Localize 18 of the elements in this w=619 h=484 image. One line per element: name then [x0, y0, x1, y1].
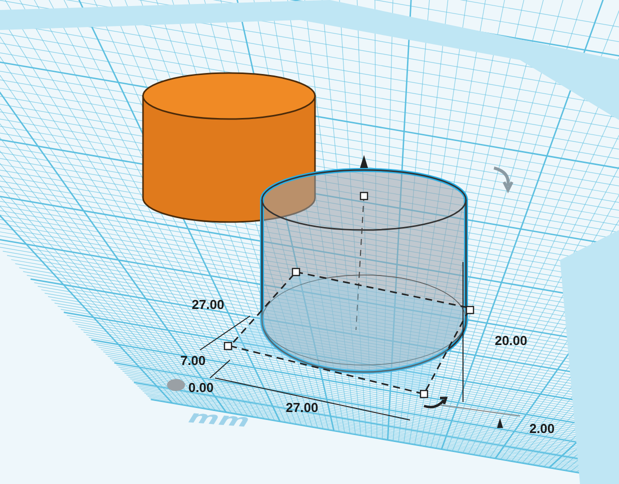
resize-handle[interactable] [466, 306, 474, 314]
dimension-label[interactable]: 2.00 [529, 421, 555, 436]
resize-handle[interactable] [360, 192, 368, 200]
dimension-label[interactable]: 20.00 [494, 333, 528, 348]
dimension-label[interactable]: 27.00 [286, 400, 318, 415]
hole-cylinder-drawing[interactable] [260, 168, 468, 374]
resize-handle[interactable] [224, 342, 232, 350]
elevation-arrow-icon [497, 418, 503, 428]
dimension-label[interactable]: 7.00 [180, 353, 206, 368]
dimension-label[interactable]: 27.00 [192, 297, 224, 312]
solid-cylinder-drawing[interactable] [142, 72, 316, 223]
dimension-label[interactable]: 0.00 [188, 380, 214, 395]
lift-arrow-icon[interactable] [360, 155, 368, 168]
origin-marker-icon[interactable] [167, 379, 185, 391]
rotate-icon[interactable] [422, 396, 448, 408]
resize-handle[interactable] [420, 390, 428, 398]
resize-handle[interactable] [292, 268, 300, 276]
unit-label: mm [184, 406, 256, 431]
